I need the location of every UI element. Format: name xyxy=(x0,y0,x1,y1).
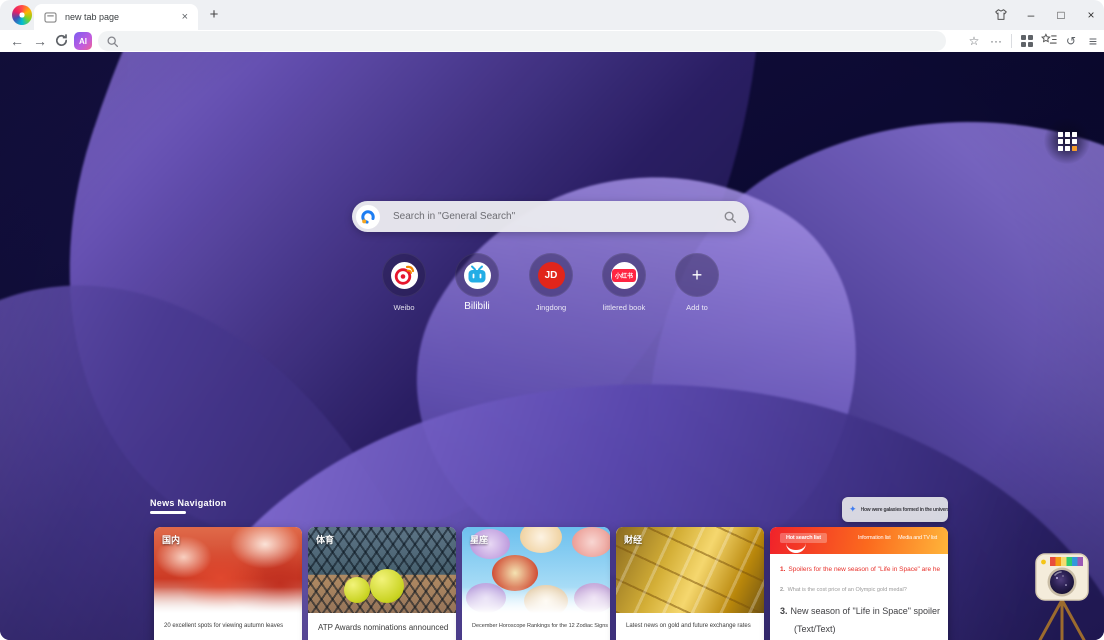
news-card-horoscope[interactable]: 星座 December Horoscope Rankings for the 1… xyxy=(462,527,610,640)
hot-item-extra: (Text/Text) xyxy=(794,624,836,634)
hot-item-text: What is the cost price of an Olympic gol… xyxy=(788,587,907,593)
forward-button[interactable]: → xyxy=(31,30,49,52)
decor xyxy=(370,569,404,603)
hot-item-text: New season of "Life in Space" spoilers a… xyxy=(791,606,940,616)
search-icon[interactable] xyxy=(723,210,737,224)
hot-list-item[interactable]: 2.What is the cost price of an Olympic g… xyxy=(780,587,940,593)
rank-number: 2. xyxy=(780,587,785,593)
tab-close-icon[interactable]: × xyxy=(182,11,188,23)
news-card-image: 国内 xyxy=(154,527,302,613)
quicklink-littlered-book[interactable]: 小红书 littlered book xyxy=(602,253,646,297)
hot-list-item[interactable]: 3.New season of "Life in Space" spoilers… xyxy=(780,606,940,616)
back-button[interactable]: ← xyxy=(8,30,26,52)
menu-icon[interactable]: ≡ xyxy=(1082,33,1104,49)
news-card-image: 体育 xyxy=(308,527,456,613)
xhs-logo-text: 小红书 xyxy=(612,269,636,282)
tab-media-tv-list[interactable]: Media and TV list xyxy=(898,535,937,541)
window-controls: – □ × xyxy=(994,0,1098,30)
toolbar-divider xyxy=(1011,34,1012,48)
decor xyxy=(344,577,370,603)
maximize-button[interactable]: □ xyxy=(1054,8,1068,22)
quicklink-jingdong[interactable]: JD Jingdong xyxy=(529,253,573,297)
toolbar: ← → AI ☆ ··· ↺ ≡ xyxy=(0,30,1104,52)
suggestion-text: How were galaxies formed in the universe… xyxy=(861,507,948,513)
tab-bar: new tab page × + – □ × xyxy=(0,0,1104,30)
browser-window: new tab page × + – □ × ← → AI ☆ ··· xyxy=(0,0,1104,640)
page-favicon-icon xyxy=(44,12,57,23)
minimize-button[interactable]: – xyxy=(1024,8,1038,22)
theme-icon[interactable] xyxy=(994,8,1008,22)
littlered-book-icon: 小红书 xyxy=(611,262,638,289)
apps-grid-button[interactable] xyxy=(1044,118,1090,164)
jd-icon: JD xyxy=(538,262,565,289)
news-card-sports[interactable]: 体育 ATP Awards nominations announced xyxy=(308,527,456,640)
browser-logo-icon[interactable] xyxy=(12,5,32,25)
hot-list-card[interactable]: Hot search list Information list Media a… xyxy=(770,527,948,640)
ai-assistant-button[interactable]: AI xyxy=(74,32,92,50)
tab-new-tab[interactable]: new tab page × xyxy=(34,4,198,30)
bilibili-icon xyxy=(464,262,491,289)
smile-icon xyxy=(786,540,806,553)
news-card-caption: ATP Awards nominations announced xyxy=(308,613,456,632)
more-options-icon[interactable]: ··· xyxy=(985,34,1007,48)
extensions-grid-icon[interactable] xyxy=(1021,35,1033,47)
news-card-tag: 国内 xyxy=(162,533,180,546)
camera-widget-icon[interactable] xyxy=(1022,552,1104,640)
apps-grid-icon xyxy=(1058,132,1077,151)
search-icon xyxy=(106,35,119,48)
hot-list-item[interactable]: 1.Spoilers for the new season of "Life i… xyxy=(780,566,940,573)
search-input[interactable] xyxy=(380,210,723,223)
news-card-image: 星座 xyxy=(462,527,610,613)
quicklink-weibo[interactable]: Weibo xyxy=(382,253,426,297)
news-navigation-label: News Navigation xyxy=(150,498,227,508)
news-navigation-underline xyxy=(150,511,186,514)
ai-suggestion-tooltip[interactable]: ✦ How were galaxies formed in the univer… xyxy=(842,497,948,522)
search-engine-logo-icon xyxy=(356,205,380,229)
address-bar[interactable] xyxy=(98,31,946,51)
news-card-image: 财经 xyxy=(616,527,764,613)
new-tab-button[interactable]: + xyxy=(205,6,223,24)
news-card-caption: 20 excellent spots for viewing autumn le… xyxy=(154,613,302,629)
news-card-tag: 星座 xyxy=(470,533,488,546)
decor xyxy=(154,587,302,613)
hot-item-text: Spoilers for the new season of "Life in … xyxy=(788,566,940,573)
bookmark-star-icon[interactable]: ☆ xyxy=(963,34,985,48)
quicklink-bilibili[interactable]: Bilibili xyxy=(455,253,499,297)
sparkle-icon: ✦ xyxy=(849,504,857,515)
decor xyxy=(572,527,610,557)
close-button[interactable]: × xyxy=(1084,8,1098,22)
tab-information-list[interactable]: Information list xyxy=(858,535,891,541)
reload-button[interactable] xyxy=(54,33,69,53)
new-tab-page: Weibo Bilibili JD Jingdong 小红书 littlered… xyxy=(0,52,1104,640)
news-card-caption: December Horoscope Rankings for the 12 Z… xyxy=(462,613,610,629)
favorites-list-icon[interactable] xyxy=(1038,33,1060,49)
hot-list-header: Hot search list Information list Media a… xyxy=(770,527,948,554)
news-card-caption: Latest news on gold and future exchange … xyxy=(616,613,764,629)
address-input[interactable] xyxy=(119,35,946,48)
quicklink-add[interactable]: + Add to xyxy=(675,253,719,297)
undo-icon[interactable]: ↺ xyxy=(1060,34,1082,48)
decor xyxy=(520,527,562,553)
plus-icon: + xyxy=(692,265,703,286)
rank-number: 3. xyxy=(780,606,788,616)
hot-list-body: 1.Spoilers for the new season of "Life i… xyxy=(770,554,948,640)
decor xyxy=(462,587,610,613)
quicklink-label: Add to xyxy=(647,303,747,312)
news-card-tag: 体育 xyxy=(316,533,334,546)
news-card-finance[interactable]: 财经 Latest news on gold and future exchan… xyxy=(616,527,764,640)
tab-title: new tab page xyxy=(65,12,182,22)
news-card-domestic[interactable]: 国内 20 excellent spots for viewing autumn… xyxy=(154,527,302,640)
page-search-bar[interactable] xyxy=(352,201,749,232)
rank-number: 1. xyxy=(780,566,785,573)
news-card-tag: 财经 xyxy=(624,533,642,546)
weibo-icon xyxy=(391,262,418,289)
toolbar-right: ☆ ··· ↺ ≡ xyxy=(963,30,1104,52)
